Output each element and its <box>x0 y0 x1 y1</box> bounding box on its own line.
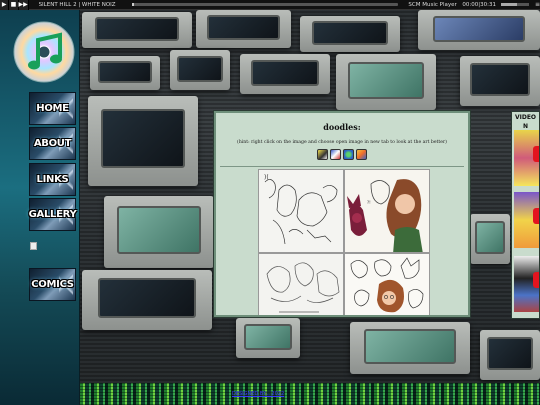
svg-text:)(: )( <box>264 174 269 181</box>
nav-comics-button[interactable]: COMICS <box>29 268 76 301</box>
play-icon[interactable]: ▶ <box>0 0 10 10</box>
stamp-row <box>216 149 468 160</box>
page-title: doodles: <box>323 122 361 132</box>
broken-image-icon <box>30 242 37 250</box>
doodle-thumbnail-grid: )( ?! <box>258 169 430 315</box>
nav-home-button[interactable]: HOME <box>29 92 76 125</box>
next-icon[interactable]: ▶▶ <box>18 0 29 10</box>
doodle-thumbnail[interactable] <box>258 253 344 315</box>
stamp-icon <box>356 149 367 160</box>
nav-links-button[interactable]: LINKS <box>29 163 76 196</box>
track-progress-bar[interactable] <box>131 3 399 6</box>
hint-text: (hint: right click on the image and choo… <box>237 140 447 145</box>
volume-slider[interactable] <box>501 3 529 6</box>
play-button-icon[interactable] <box>533 146 539 162</box>
nav-about-button[interactable]: ABOUT <box>29 127 76 160</box>
stamp-icon <box>330 149 341 160</box>
sidebar: HOME ABOUT LINKS GALLERY COMICS <box>0 10 80 405</box>
play-button-icon[interactable] <box>533 208 539 224</box>
svg-text:?!: ?! <box>367 200 371 205</box>
music-player-bar: ▶ ■ ▶▶ SILENT HILL 2 | WHITE NOIZ SCM Mu… <box>0 0 540 10</box>
video-thumbnail[interactable] <box>514 130 539 186</box>
stop-icon[interactable]: ■ <box>9 0 19 10</box>
stamp-icon <box>317 149 328 160</box>
divider <box>220 166 464 167</box>
videos-title-line2: N <box>522 123 529 130</box>
menu-icon[interactable]: ≡ <box>535 0 540 10</box>
video-thumbnail[interactable] <box>514 192 539 248</box>
glitch-banner <box>80 383 540 405</box>
nav-gallery-button[interactable]: GALLERY <box>29 198 77 231</box>
footer-link[interactable]: DESIGNED BY... 2022 <box>232 391 285 397</box>
videos-title: VIDEO <box>514 114 537 121</box>
doodle-thumbnail[interactable]: ?! <box>344 169 430 253</box>
stamp-icon <box>343 149 354 160</box>
video-thumbnail[interactable] <box>514 256 539 312</box>
player-name: SCM Music Player <box>408 1 457 8</box>
doodle-thumbnail[interactable]: )( <box>258 169 344 253</box>
doodle-thumbnail[interactable] <box>344 253 430 315</box>
doodles-gallery-panel: doodles: (hint: right click on the image… <box>214 111 470 317</box>
play-button-icon[interactable] <box>533 272 539 288</box>
track-title: SILENT HILL 2 | WHITE NOIZ <box>38 1 116 8</box>
itunes-music-note-cd-icon[interactable] <box>12 20 76 84</box>
videos-panel: VIDEO N <box>511 111 540 319</box>
track-time: 00:00|30:31 <box>462 1 496 8</box>
